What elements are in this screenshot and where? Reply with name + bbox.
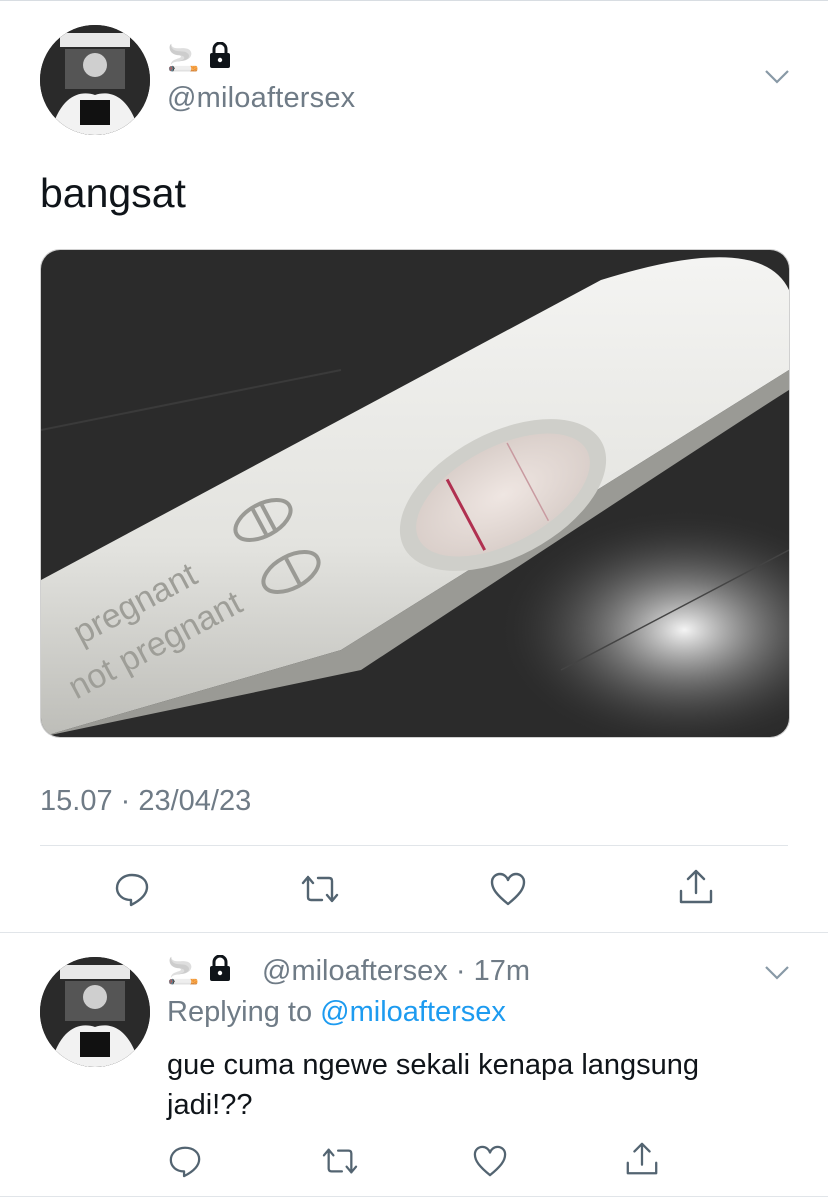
retweet-icon[interactable] — [320, 1141, 360, 1181]
bottom-divider — [0, 1196, 828, 1197]
reply-handle[interactable]: @miloaftersex — [262, 955, 448, 987]
reply-icon[interactable] — [165, 1141, 205, 1181]
lock-icon — [209, 41, 231, 73]
replying-prefix: Replying to — [167, 996, 321, 1028]
reply-avatar[interactable] — [40, 957, 150, 1067]
like-icon[interactable] — [470, 1141, 510, 1181]
share-icon[interactable] — [622, 1139, 662, 1179]
chevron-down-icon[interactable] — [764, 68, 790, 91]
tweet-image[interactable]: pregnant not pregnant — [40, 249, 790, 738]
share-icon[interactable] — [676, 867, 716, 907]
reply-handle-time[interactable]: @miloaftersex · 17m — [262, 955, 530, 988]
cigarette-emoji: 🚬 — [167, 955, 200, 986]
like-icon[interactable] — [488, 869, 528, 909]
chevron-down-icon[interactable] — [764, 964, 790, 987]
retweet-icon[interactable] — [300, 869, 340, 909]
reply-display-name[interactable]: 🚬 — [167, 954, 231, 986]
display-name[interactable]: 🚬 — [167, 41, 231, 73]
top-border — [0, 0, 828, 1]
reply-text: gue cuma ngewe sekali kenapa langsung ja… — [167, 1049, 700, 1121]
tweet-text: bangsat — [40, 170, 186, 216]
divider — [40, 845, 788, 846]
timestamp[interactable]: 15.07 · 23/04/23 — [40, 785, 251, 818]
section-divider — [0, 932, 828, 933]
replying-to: Replying to @miloaftersex — [167, 996, 506, 1029]
replying-mention-link[interactable]: @miloaftersex — [320, 996, 506, 1028]
reply-time: 17m — [473, 955, 530, 987]
dot-separator: · — [447, 955, 474, 987]
avatar[interactable] — [40, 25, 150, 135]
cigarette-emoji: 🚬 — [167, 42, 200, 73]
handle[interactable]: @miloaftersex — [167, 82, 355, 115]
reply-icon[interactable] — [112, 869, 152, 909]
lock-icon — [209, 954, 231, 986]
